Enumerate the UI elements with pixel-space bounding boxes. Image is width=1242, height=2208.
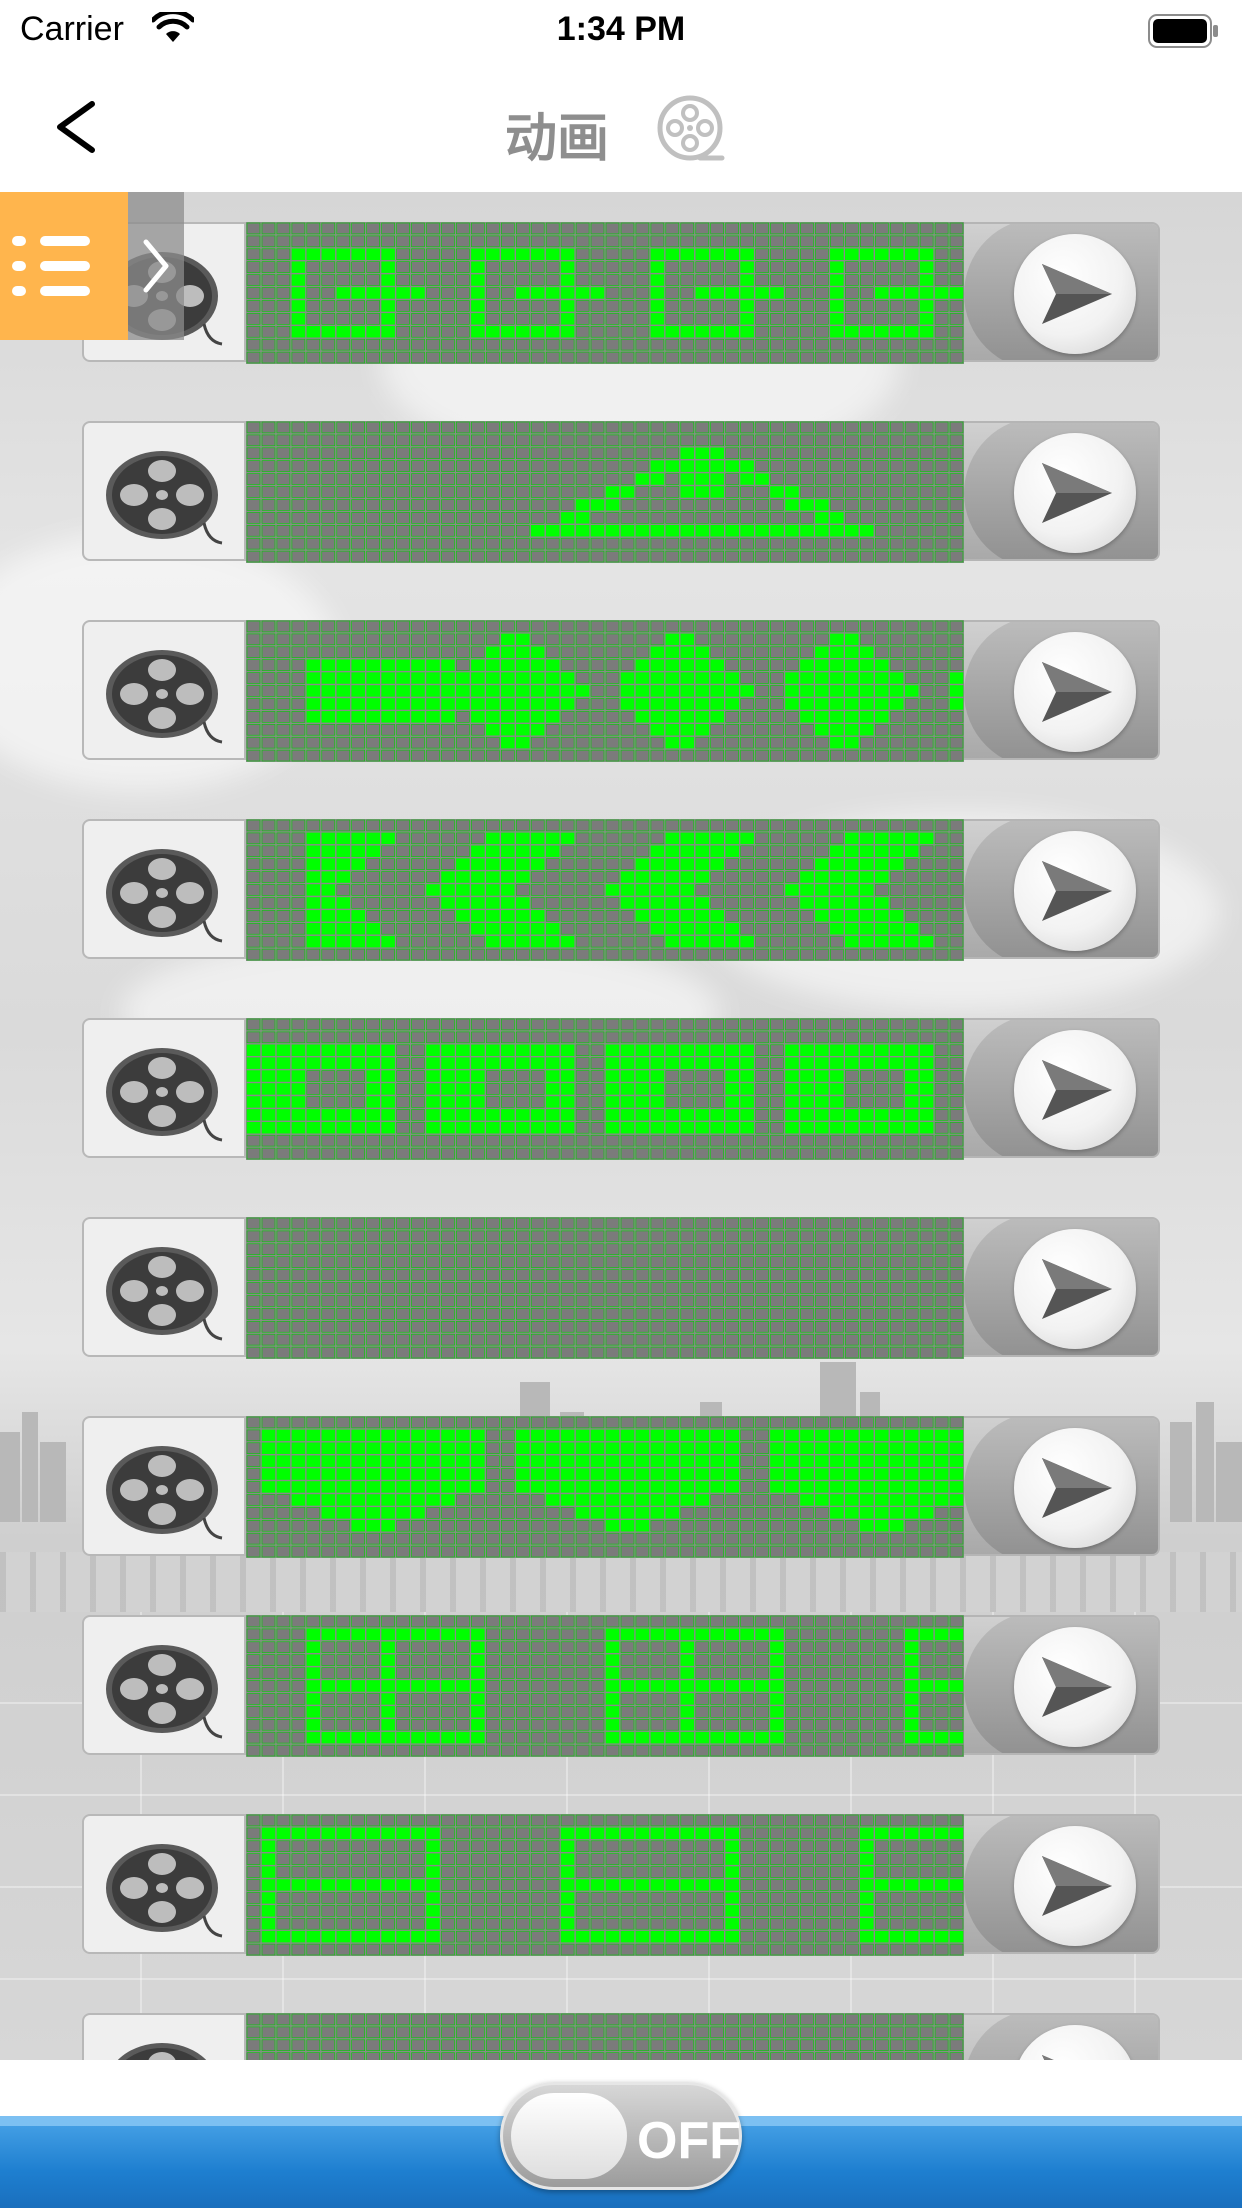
animation-row[interactable] [82,222,1160,364]
toggle-knob[interactable] [511,2093,627,2179]
animation-row[interactable] [82,1018,1160,1160]
back-button[interactable] [48,92,108,162]
send-button[interactable] [964,1615,1160,1755]
film-reel-icon [82,620,246,760]
led-preview[interactable] [246,620,964,762]
led-preview[interactable] [246,1615,964,1757]
clock: 1:34 PM [556,10,686,48]
power-toggle[interactable]: OFF [500,2082,742,2190]
animation-row[interactable] [82,620,1160,762]
page-title: 动画 [505,110,610,168]
animation-row[interactable] [82,1416,1160,1558]
send-arrow-icon [1042,2055,1054,2060]
send-button[interactable] [964,1018,1160,1158]
led-preview[interactable] [246,421,964,563]
send-button[interactable] [964,620,1160,760]
led-preview[interactable] [246,1416,964,1558]
side-menu-button[interactable] [0,192,128,340]
send-arrow-icon [1042,1856,1112,1916]
led-preview[interactable] [246,1018,964,1160]
send-arrow-icon [1042,861,1112,921]
side-menu-expand-tab[interactable] [128,192,184,340]
send-button[interactable] [964,1217,1160,1357]
film-reel-icon [82,1018,246,1158]
send-button[interactable] [964,1814,1160,1954]
film-reel-icon [82,421,246,561]
chevron-left-icon [57,101,95,153]
toggle-label: OFF [637,2112,741,2170]
animation-row[interactable] [82,1217,1160,1359]
film-reel-icon [656,94,726,169]
send-arrow-icon [1042,1657,1112,1717]
animation-row[interactable] [82,1615,1160,1757]
animation-row[interactable] [82,819,1160,961]
status-bar: Carrier 1:34 PM [0,0,1242,62]
film-reel-icon [82,1416,246,1556]
film-reel-icon [82,1814,246,1954]
send-button[interactable] [964,421,1160,561]
send-button[interactable] [964,2013,1160,2060]
film-reel-icon [82,2013,246,2060]
animation-row[interactable] [82,2013,1160,2060]
led-preview[interactable] [246,1217,964,1359]
send-button[interactable] [964,222,1160,362]
send-arrow-icon [1042,1458,1112,1518]
send-arrow-icon [1042,264,1112,324]
led-preview[interactable] [246,222,964,364]
led-preview[interactable] [246,819,964,961]
led-preview[interactable] [246,2013,964,2060]
animation-row[interactable] [82,1814,1160,1956]
send-button[interactable] [964,1416,1160,1556]
send-arrow-icon [1042,1060,1112,1120]
film-reel-icon [82,819,246,959]
navigation-bar: 动画 [0,62,1242,192]
led-preview[interactable] [246,1814,964,1956]
animation-list[interactable] [0,192,1242,2060]
send-button[interactable] [964,819,1160,959]
send-arrow-icon [1042,463,1112,523]
battery-icon [1148,14,1220,53]
film-reel-icon [82,1217,246,1357]
chevron-right-icon [143,239,169,293]
send-arrow-icon [1042,662,1112,722]
animation-row[interactable] [82,421,1160,563]
send-arrow-icon [1042,1259,1112,1319]
film-reel-icon [82,1615,246,1755]
